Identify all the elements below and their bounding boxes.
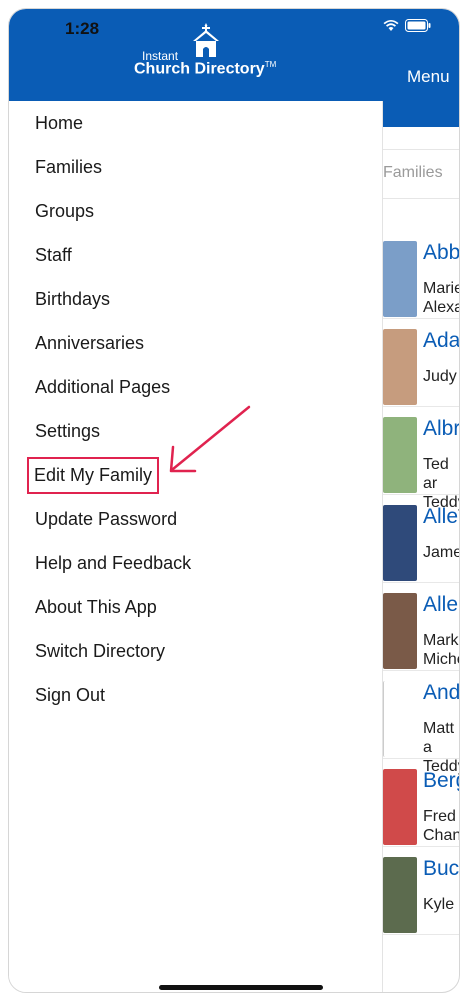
menu-item-label: Groups — [35, 200, 95, 221]
menu-item-about[interactable]: About This App — [9, 585, 383, 629]
menu-item-update-password[interactable]: Update Password — [9, 497, 383, 541]
family-name: Buck — [423, 857, 460, 880]
family-members: Mark Miche — [423, 632, 459, 668]
home-indicator[interactable] — [159, 985, 323, 990]
family-members: Fred a Chanc — [423, 808, 459, 844]
wifi-icon — [383, 19, 399, 37]
logo-title: Church DirectoryTM — [134, 60, 276, 78]
menu-item-label: Staff — [35, 244, 72, 265]
family-row[interactable]: Adai Judy — [383, 319, 460, 407]
family-row[interactable]: Allen Mark Miche — [383, 583, 459, 671]
menu-item-help-feedback[interactable]: Help and Feedback — [9, 541, 383, 585]
menu-item-label: Switch Directory — [35, 640, 166, 661]
family-row[interactable]: AndeMatt a Teddy — [383, 671, 460, 775]
family-photo — [383, 857, 417, 933]
menu-item-label: Anniversaries — [35, 332, 145, 353]
family-name: Allen — [423, 505, 459, 528]
family-photo — [383, 769, 417, 845]
menu-item-label: Update Password — [35, 508, 178, 529]
family-name: Adai — [423, 329, 460, 352]
menu-item-label: Additional Pages — [35, 376, 171, 397]
menu-item-staff[interactable]: Staff — [9, 233, 383, 277]
family-row[interactable]: Abbo Marie Alexan — [383, 231, 460, 319]
family-name: Albri — [423, 417, 460, 440]
family-name: Berg — [423, 769, 459, 792]
family-photo — [383, 681, 417, 757]
family-photo — [383, 241, 417, 317]
family-name: Allen — [423, 593, 459, 616]
menu-item-anniversaries[interactable]: Anniversaries — [9, 321, 383, 365]
family-photo — [383, 593, 417, 669]
family-list: Abbo Marie Alexan Adai Judy AlbriTed ar Tedd… — [383, 231, 460, 935]
family-name: Abbo — [423, 241, 460, 264]
family-photo — [383, 329, 417, 405]
family-members: Kyle — [423, 896, 455, 913]
family-row[interactable]: Allen James — [383, 495, 459, 583]
menu-item-label: Settings — [35, 420, 101, 441]
menu-item-groups[interactable]: Groups — [9, 189, 383, 233]
menu-item-sign-out[interactable]: Sign Out — [9, 673, 383, 717]
family-photo — [383, 505, 417, 581]
breadcrumb: Families — [383, 149, 459, 199]
family-members: Judy — [423, 368, 457, 385]
menu-item-families[interactable]: Families — [9, 145, 383, 189]
family-name: Ande — [423, 681, 460, 704]
menu-item-label: Edit My Family — [27, 456, 160, 494]
side-menu-drawer: 1:28 Instant Church DirectoryTM Home Fami… — [9, 9, 383, 992]
logo-title-text: Church Directory — [134, 60, 265, 78]
menu-item-label: Sign Out — [35, 684, 106, 705]
menu-item-birthdays[interactable]: Birthdays — [9, 277, 383, 321]
church-icon — [192, 23, 220, 62]
family-members: James — [423, 544, 459, 561]
status-time: 1:28 — [65, 19, 100, 38]
battery-icon — [405, 19, 431, 37]
menu-item-label: Home — [35, 112, 84, 133]
family-row[interactable]: Buck Kyle — [383, 847, 460, 935]
app-window: Menu Families Abbo Marie Alexan Adai Judy Al… — [8, 8, 460, 993]
menu-item-label: Birthdays — [35, 288, 111, 309]
menu-button[interactable]: Menu — [407, 67, 450, 87]
logo-tm: TM — [264, 60, 277, 69]
menu-item-home[interactable]: Home — [9, 101, 383, 145]
family-row[interactable]: Berg Fred a Chanc — [383, 759, 459, 847]
menu-item-label: About This App — [35, 596, 157, 617]
family-photo — [383, 417, 417, 493]
menu-item-label: Families — [35, 156, 103, 177]
app-logo: Instant Church DirectoryTM — [134, 23, 284, 79]
menu-item-switch-directory[interactable]: Switch Directory — [9, 629, 383, 673]
family-members: Marie Alexan — [423, 280, 460, 316]
annotation-arrow — [159, 399, 259, 484]
drawer-header: 1:28 Instant Church DirectoryTM — [9, 9, 383, 101]
menu-item-label: Help and Feedback — [35, 552, 192, 573]
family-row[interactable]: AlbriTed ar Teddy — [383, 407, 460, 511]
